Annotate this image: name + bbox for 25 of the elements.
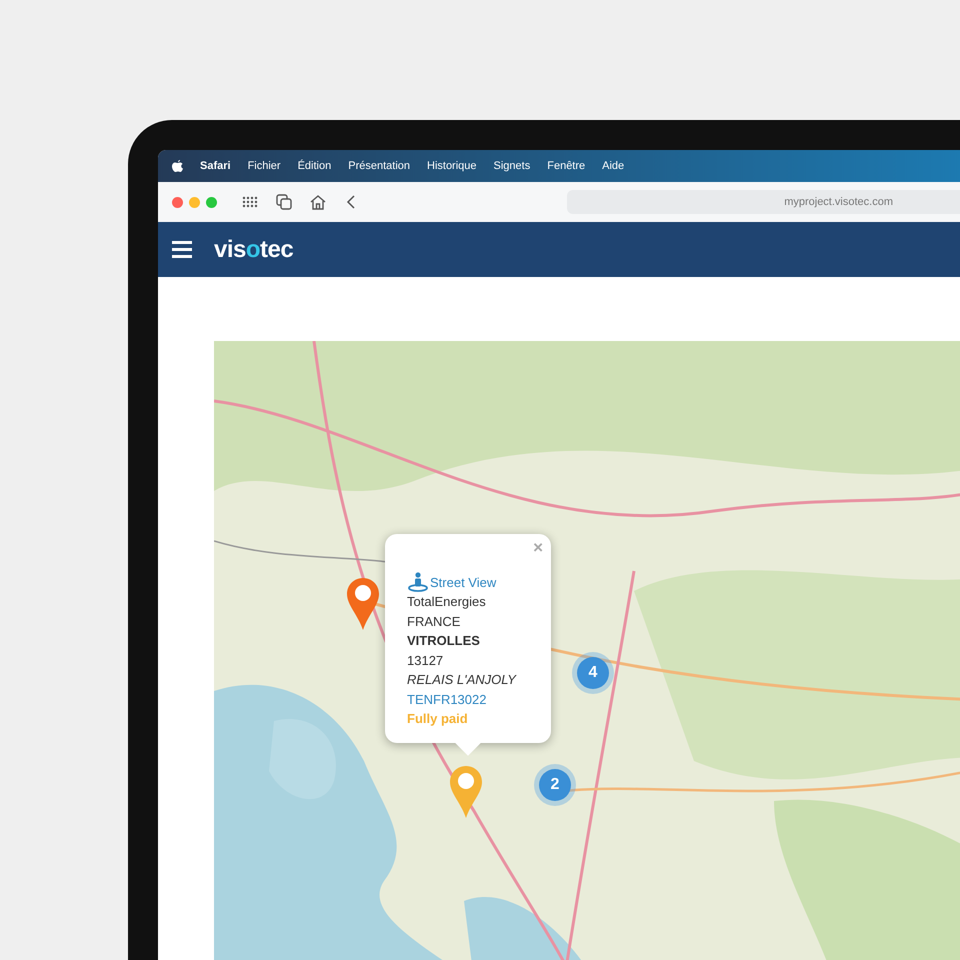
menu-item[interactable]: Historique (427, 160, 477, 172)
menu-item[interactable]: Aide (602, 160, 624, 172)
apple-icon[interactable] (172, 160, 183, 172)
tabs-icon[interactable] (275, 193, 293, 211)
person-icon (407, 572, 429, 592)
menu-item[interactable]: Safari (200, 160, 231, 172)
menu-item[interactable]: Signets (494, 160, 530, 172)
menu-item[interactable]: Présentation (348, 160, 410, 172)
map-pin-icon[interactable] (346, 577, 380, 631)
menu-item[interactable]: Fenêtre (547, 160, 586, 172)
menu-item[interactable]: Fichier (248, 160, 281, 172)
home-icon[interactable] (309, 193, 327, 211)
menu-item[interactable]: Édition (298, 160, 332, 172)
menu-icon[interactable] (172, 241, 192, 258)
popup-text: FRANCE (407, 612, 462, 630)
popup-text: TotalEnergies (407, 593, 487, 611)
street-view-link[interactable]: Street View (407, 572, 543, 592)
close-window-button[interactable] (172, 196, 183, 208)
popup-text: 13127 (407, 652, 444, 670)
popup-city: VITROLLES (407, 632, 481, 650)
logo: visotec (214, 236, 294, 264)
payment-status: Fully paid (407, 710, 469, 728)
address-field[interactable]: myproject.visotec.com (567, 190, 960, 214)
popup-site-name: RELAIS L'ANJOLY (407, 671, 518, 689)
popup-code-link[interactable]: TENFR13022 (407, 690, 543, 709)
